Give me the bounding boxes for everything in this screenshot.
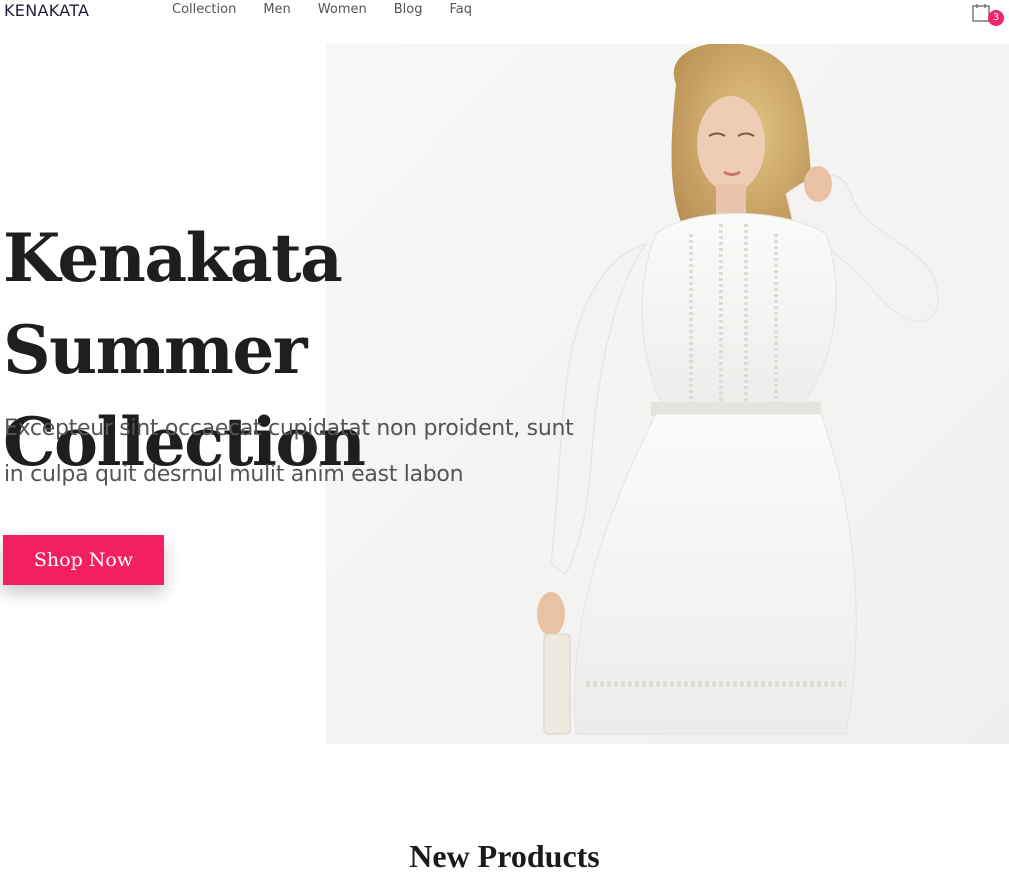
nav-link-faq[interactable]: Faq (449, 2, 472, 17)
navbar: KENAKATA Collection Men Women Blog Faq 3 (0, 0, 1009, 44)
hero-description: Excepteur sint occaecat cupidatat non pr… (4, 416, 574, 487)
nav-link-women[interactable]: Women (318, 2, 367, 17)
brand-logo[interactable]: KENAKATA (4, 1, 89, 20)
new-products-heading: New Products (409, 838, 600, 873)
nav-link-blog[interactable]: Blog (394, 2, 423, 17)
shop-now-button[interactable]: Shop Now (3, 535, 164, 585)
nav-link-men[interactable]: Men (263, 2, 290, 17)
main-nav: Collection Men Women Blog Faq (172, 2, 499, 17)
cart-count-badge: 3 (988, 10, 1004, 26)
nav-link-collection[interactable]: Collection (172, 2, 236, 17)
cart-button[interactable]: 3 (971, 2, 1004, 28)
